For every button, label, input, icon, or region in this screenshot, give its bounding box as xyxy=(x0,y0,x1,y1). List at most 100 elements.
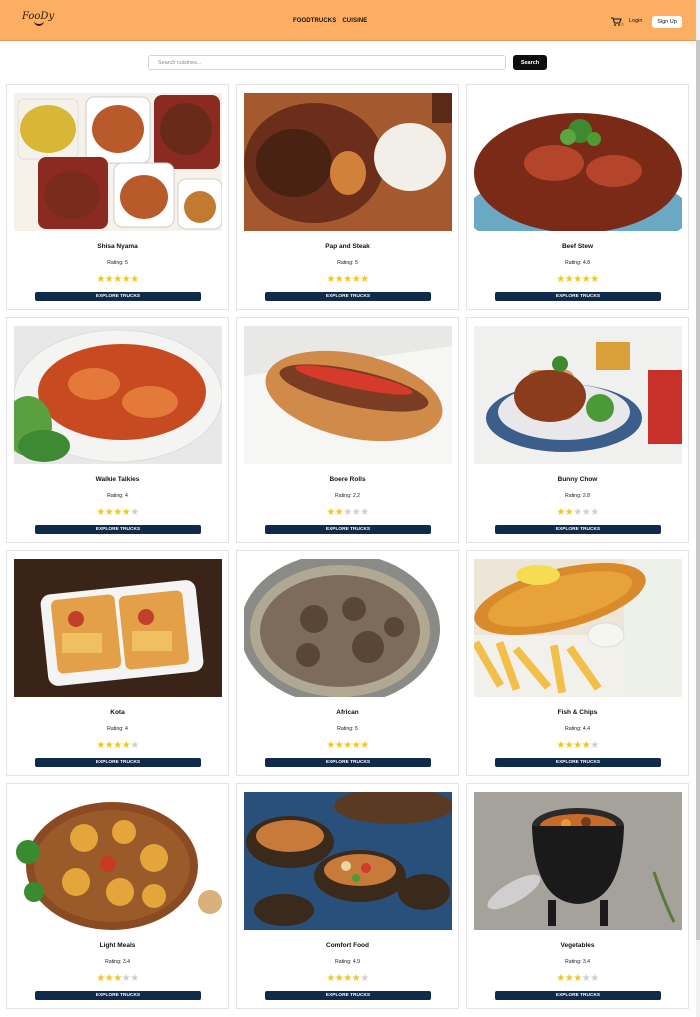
explore-trucks-button[interactable]: EXPLORE TRUCKS xyxy=(35,758,201,767)
star-icon: ★ xyxy=(130,507,139,518)
star-icon: ★ xyxy=(121,740,131,751)
cuisine-card: African Rating: 5 ★★★★★ EXPLORE TRUCKS xyxy=(236,550,459,776)
explore-trucks-button[interactable]: EXPLORE TRUCKS xyxy=(495,292,661,301)
nav-cuisine[interactable]: CUISINE xyxy=(342,18,367,24)
star-icon: ★ xyxy=(96,740,105,751)
scrollbar-thumb[interactable] xyxy=(696,40,700,940)
star-rating: ★★★★★ xyxy=(467,275,688,285)
cuisine-rating-text: Rating: 5 xyxy=(337,726,358,732)
cuisine-rating-text: Rating: 2.2 xyxy=(334,493,361,499)
star-rating: ★★★★★ xyxy=(7,275,228,285)
star-icon: ★ xyxy=(121,973,131,984)
star-icon: ★ xyxy=(351,274,361,285)
cuisine-photo xyxy=(244,326,452,464)
star-icon: ★ xyxy=(104,507,114,518)
star-icon: ★ xyxy=(130,740,139,751)
explore-trucks-button[interactable]: EXPLORE TRUCKS xyxy=(265,525,431,534)
star-icon: ★ xyxy=(581,507,591,518)
signup-button[interactable]: Sign Up xyxy=(652,16,682,28)
star-icon: ★ xyxy=(113,274,122,285)
cuisine-photo xyxy=(244,93,452,231)
explore-trucks-button[interactable]: EXPLORE TRUCKS xyxy=(265,991,431,1000)
star-icon: ★ xyxy=(343,740,352,751)
explore-trucks-button[interactable]: EXPLORE TRUCKS xyxy=(35,525,201,534)
cuisine-photo xyxy=(14,792,222,930)
star-rating: ★★★★★ xyxy=(7,974,228,984)
cuisine-card: Kota Rating: 4 ★★★★★ EXPLORE TRUCKS xyxy=(6,550,229,776)
cuisine-rating-text: Rating: 4.8 xyxy=(564,260,591,266)
search-input[interactable]: Search cuisines... xyxy=(148,55,506,70)
star-icon: ★ xyxy=(130,973,139,984)
top-header: FooDy FOODTRUCKS CUISINE 0 Login Sign Up xyxy=(0,0,700,41)
star-icon: ★ xyxy=(334,507,344,518)
cuisine-name: African xyxy=(336,709,359,716)
cuisine-name: Shisa Nyama xyxy=(97,243,138,250)
cuisine-photo xyxy=(14,559,222,697)
cuisine-card: Fish & Chips Rating: 4.4 ★★★★★ EXPLORE TRUC… xyxy=(466,550,689,776)
login-link[interactable]: Login xyxy=(629,18,642,24)
cuisine-card: Vegetables Rating: 3.4 ★★★★★ EXPLORE TRUCKS xyxy=(466,783,689,1009)
explore-trucks-button[interactable]: EXPLORE TRUCKS xyxy=(265,758,431,767)
cuisine-rating-text: Rating: 5 xyxy=(107,260,128,266)
star-icon: ★ xyxy=(96,973,105,984)
scrollbar-track[interactable] xyxy=(696,0,700,1017)
explore-trucks-button[interactable]: EXPLORE TRUCKS xyxy=(35,991,201,1000)
search-button[interactable]: Search xyxy=(513,55,547,70)
explore-trucks-button[interactable]: EXPLORE TRUCKS xyxy=(495,525,661,534)
cuisine-name: Boere Rolls xyxy=(329,476,366,483)
star-icon: ★ xyxy=(564,274,574,285)
explore-trucks-button[interactable]: EXPLORE TRUCKS xyxy=(265,292,431,301)
star-rating: ★★★★★ xyxy=(237,741,458,751)
star-icon: ★ xyxy=(113,740,122,751)
star-icon: ★ xyxy=(573,274,582,285)
cuisine-photo xyxy=(244,559,452,697)
cuisine-name: Beef Stew xyxy=(561,243,594,250)
star-icon: ★ xyxy=(573,740,582,751)
cart-icon[interactable]: 0 xyxy=(611,17,624,26)
star-icon: ★ xyxy=(326,973,335,984)
star-icon: ★ xyxy=(343,274,352,285)
star-icon: ★ xyxy=(556,507,565,518)
cuisine-grid: Shisa Nyama Rating: 5 ★★★★★ EXPLORE TRUCKS P… xyxy=(6,84,690,1009)
star-icon: ★ xyxy=(581,973,591,984)
cart-count: 0 xyxy=(622,23,624,27)
explore-trucks-button[interactable]: EXPLORE TRUCKS xyxy=(35,292,201,301)
cuisine-rating-text: Rating: 4.9 xyxy=(334,959,361,965)
star-icon: ★ xyxy=(104,973,114,984)
star-rating: ★★★★★ xyxy=(467,741,688,751)
cuisine-card: Boere Rolls Rating: 2.2 ★★★★★ EXPLORE TRUCK… xyxy=(236,317,459,543)
cuisine-card: Beef Stew Rating: 4.8 ★★★★★ EXPLORE TRUCKS xyxy=(466,84,689,310)
star-icon: ★ xyxy=(326,740,335,751)
cuisine-photo xyxy=(14,326,222,464)
cuisine-photo xyxy=(244,792,452,930)
star-rating: ★★★★★ xyxy=(467,508,688,518)
star-icon: ★ xyxy=(360,740,369,751)
star-rating: ★★★★★ xyxy=(467,974,688,984)
star-icon: ★ xyxy=(334,973,344,984)
star-icon: ★ xyxy=(360,274,369,285)
star-icon: ★ xyxy=(351,973,361,984)
star-icon: ★ xyxy=(96,507,105,518)
cuisine-photo xyxy=(474,326,682,464)
star-rating: ★★★★★ xyxy=(7,508,228,518)
explore-trucks-button[interactable]: EXPLORE TRUCKS xyxy=(495,991,661,1000)
nav-foodtrucks[interactable]: FOODTRUCKS xyxy=(293,18,336,24)
cuisine-name: Vegetables xyxy=(560,942,595,949)
star-icon: ★ xyxy=(590,740,599,751)
cuisine-card: Shisa Nyama Rating: 5 ★★★★★ EXPLORE TRUCKS xyxy=(6,84,229,310)
star-icon: ★ xyxy=(564,740,574,751)
star-icon: ★ xyxy=(360,973,369,984)
cuisine-rating-text: Rating: 4.4 xyxy=(564,726,591,732)
foody-logo[interactable]: FooDy xyxy=(22,11,58,33)
logo-smile-icon xyxy=(34,20,44,26)
cuisine-card: Pap and Steak Rating: 5 ★★★★★ EXPLORE TRUCK… xyxy=(236,84,459,310)
star-icon: ★ xyxy=(130,274,139,285)
cuisine-name: Fish & Chips xyxy=(557,709,598,716)
cuisine-photo xyxy=(14,93,222,231)
star-icon: ★ xyxy=(581,274,591,285)
cuisine-name: Light Meals xyxy=(99,942,136,949)
cuisine-name: Bunny Chow xyxy=(557,476,598,483)
explore-trucks-button[interactable]: EXPLORE TRUCKS xyxy=(495,758,661,767)
star-icon: ★ xyxy=(351,507,361,518)
star-rating: ★★★★★ xyxy=(237,974,458,984)
